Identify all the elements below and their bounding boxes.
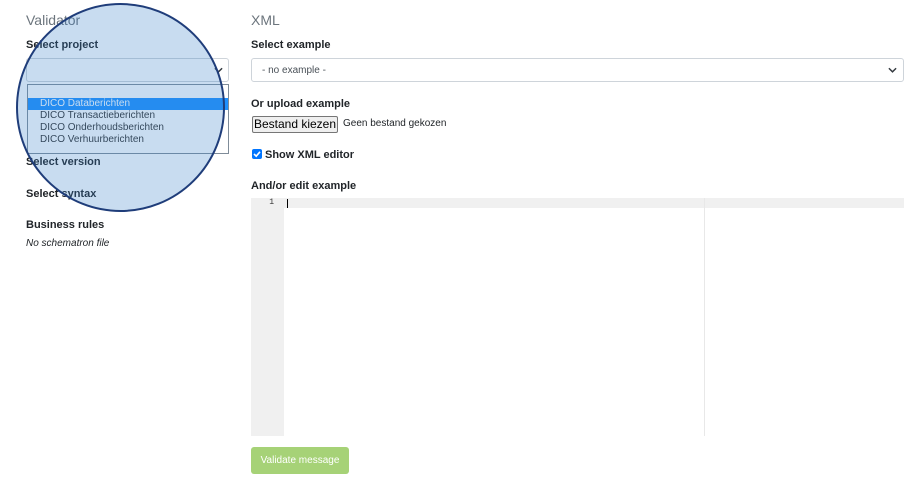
example-select-value: - no example - — [262, 65, 326, 76]
example-select[interactable]: - no example - — [251, 58, 904, 82]
chevron-down-icon — [888, 67, 897, 73]
project-dropdown-list: DICO Databerichten DICO Transactieberich… — [27, 84, 229, 154]
chevron-down-icon — [214, 67, 223, 73]
select-syntax-label: Select syntax — [26, 188, 97, 200]
edit-example-label: And/or edit example — [251, 180, 357, 192]
validate-message-button[interactable]: Validate message — [251, 447, 349, 474]
editor-line-number: 1 — [269, 198, 274, 207]
select-project-label: Select project — [26, 39, 99, 51]
select-example-label: Select example — [251, 39, 331, 51]
business-rules-label: Business rules — [26, 219, 105, 231]
show-xml-editor-label[interactable]: Show XML editor — [265, 149, 354, 161]
editor-gutter: 1 — [251, 198, 284, 436]
xml-title: XML — [251, 12, 280, 28]
project-option-onderhoudsberichten[interactable]: DICO Onderhoudsberichten — [28, 122, 228, 134]
project-select[interactable] — [26, 58, 229, 82]
validator-title: Validator — [26, 12, 81, 28]
show-xml-editor-checkbox[interactable] — [252, 149, 262, 159]
upload-example-label: Or upload example — [251, 98, 351, 110]
business-rules-value: No schematron file — [26, 238, 110, 249]
checkmark-icon — [253, 151, 261, 158]
project-option-blank[interactable] — [28, 85, 228, 98]
project-option-transactieberichten[interactable]: DICO Transactieberichten — [28, 110, 228, 122]
file-status-text: Geen bestand gekozen — [343, 118, 447, 129]
xml-code-editor[interactable]: 1 — [251, 198, 904, 436]
editor-active-line — [284, 198, 904, 208]
choose-file-button[interactable]: Bestand kiezen — [252, 116, 338, 133]
project-option-databerichten[interactable]: DICO Databerichten — [28, 98, 228, 110]
select-version-label: Select version — [26, 156, 101, 168]
project-option-verhuurberichten[interactable]: DICO Verhuurberichten — [28, 134, 228, 146]
editor-print-margin — [704, 198, 705, 436]
editor-cursor — [287, 199, 288, 208]
